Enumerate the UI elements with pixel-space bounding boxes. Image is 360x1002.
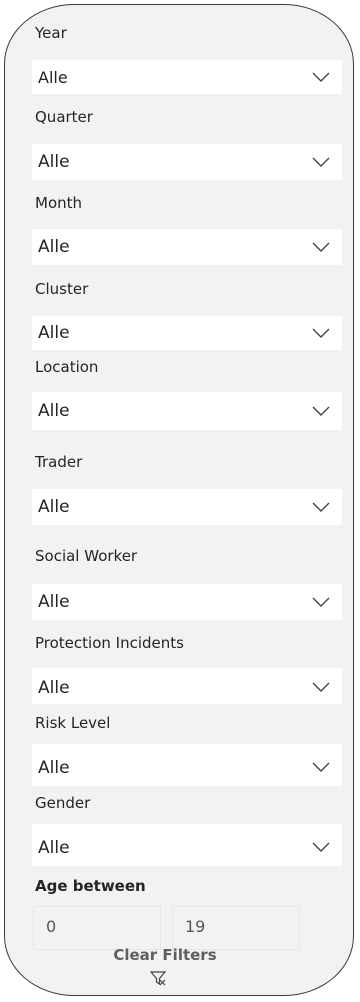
chevron-down-icon	[312, 597, 330, 607]
social-worker-dropdown[interactable]: Alle	[32, 584, 342, 620]
month-label: Month	[35, 194, 83, 212]
month-dropdown[interactable]: Alle	[32, 229, 342, 265]
protection-incidents-label: Protection Incidents	[35, 634, 184, 652]
age-max-value: 19	[185, 917, 206, 936]
year-value: Alle	[38, 68, 68, 87]
month-value: Alle	[38, 237, 70, 257]
chevron-down-icon	[312, 72, 330, 82]
chevron-down-icon	[312, 762, 330, 772]
cluster-dropdown[interactable]: Alle	[32, 316, 342, 350]
social-worker-value: Alle	[38, 592, 70, 612]
location-value: Alle	[38, 401, 70, 421]
cluster-value: Alle	[38, 323, 70, 343]
year-dropdown[interactable]: Alle	[32, 60, 342, 94]
gender-label: Gender	[35, 794, 91, 812]
quarter-label: Quarter	[35, 108, 93, 126]
chevron-down-icon	[312, 328, 330, 338]
age-min-value: 0	[46, 917, 57, 936]
chevron-down-icon	[312, 502, 330, 512]
protection-incidents-value: Alle	[38, 678, 70, 698]
chevron-down-icon	[312, 157, 330, 167]
age-max-input[interactable]: 19	[172, 906, 300, 950]
cluster-label: Cluster	[35, 280, 89, 298]
chevron-down-icon	[312, 842, 330, 852]
age-min-input[interactable]: 0	[33, 906, 161, 950]
location-dropdown[interactable]: Alle	[32, 392, 342, 430]
trader-dropdown[interactable]: Alle	[32, 489, 342, 525]
risk-level-dropdown[interactable]: Alle	[32, 744, 342, 786]
risk-level-label: Risk Level	[35, 714, 111, 732]
clear-filters-button[interactable]: Clear Filters	[0, 946, 330, 964]
gender-value: Alle	[38, 838, 70, 858]
year-label: Year	[35, 24, 67, 42]
quarter-value: Alle	[38, 152, 70, 172]
quarter-dropdown[interactable]: Alle	[32, 144, 342, 180]
chevron-down-icon	[312, 406, 330, 416]
social-worker-label: Social Worker	[35, 547, 138, 565]
clear-filter-icon[interactable]	[150, 970, 166, 986]
protection-incidents-dropdown[interactable]: Alle	[32, 668, 342, 704]
trader-value: Alle	[38, 497, 70, 517]
location-label: Location	[35, 358, 99, 376]
risk-level-value: Alle	[38, 758, 70, 778]
chevron-down-icon	[312, 242, 330, 252]
age-between-label: Age between	[35, 877, 146, 895]
chevron-down-icon	[312, 682, 330, 692]
gender-dropdown[interactable]: Alle	[32, 824, 342, 866]
trader-label: Trader	[35, 453, 83, 471]
